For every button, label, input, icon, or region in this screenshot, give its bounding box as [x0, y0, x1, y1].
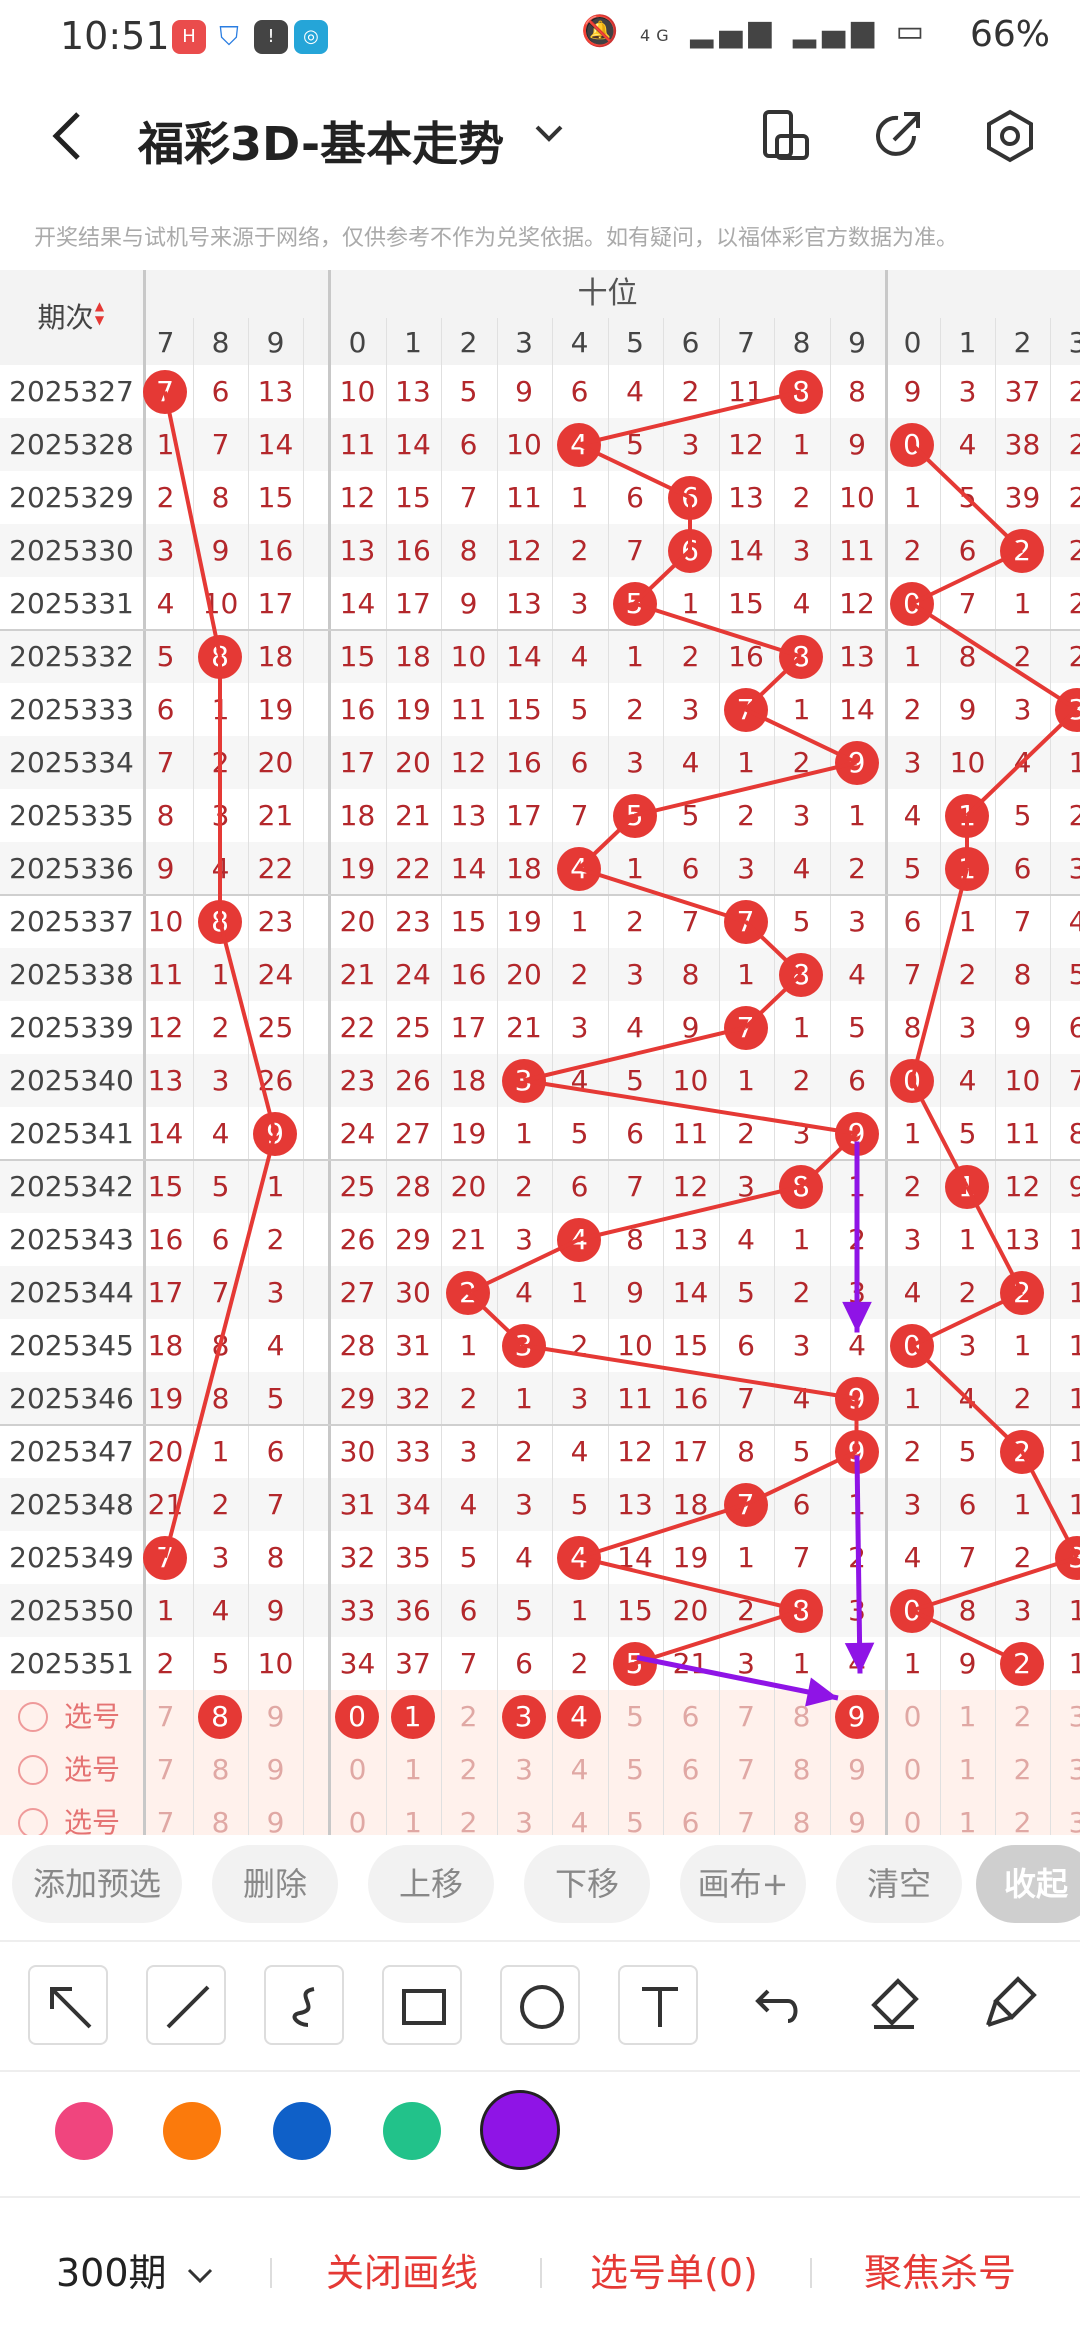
- share-icon[interactable]: [868, 106, 928, 166]
- units-trend-line: [965, 708, 1079, 817]
- user-arrow-head: [805, 1677, 838, 1707]
- tens-trend-line: [578, 442, 691, 500]
- units-trend-line: [911, 548, 1023, 606]
- hundreds-trend-line: [163, 391, 222, 657]
- units-trend-line: [911, 1290, 1023, 1348]
- undo-icon[interactable]: [736, 1965, 816, 2045]
- tens-trend-line: [799, 1132, 858, 1188]
- units-trend-line: [910, 1344, 1024, 1453]
- brush-clear-icon[interactable]: [972, 1965, 1052, 2045]
- user-arrow-head: [842, 1301, 872, 1333]
- tens-trend-line: [578, 866, 747, 924]
- hundreds-trend-line: [163, 1132, 277, 1559]
- canvas-plus-button[interactable]: 画布+: [680, 1845, 806, 1923]
- tens-trend-line: [577, 814, 636, 870]
- curve-tool-icon[interactable]: [264, 1965, 344, 2045]
- focus-kill-button[interactable]: 聚焦杀号: [864, 2242, 1016, 2297]
- bottom-bar: 300期 关闭画线 选号单(0) 聚焦杀号: [0, 2198, 1080, 2340]
- tens-trend-line: [523, 1078, 857, 1136]
- collapse-button[interactable]: 收起: [976, 1845, 1080, 1923]
- divider: [0, 2070, 1080, 2072]
- tens-trend-line: [634, 760, 857, 818]
- units-trend-line: [1020, 1450, 1079, 1559]
- app-header: 福彩3D-基本走势: [0, 78, 1080, 198]
- delete-button[interactable]: 删除: [212, 1845, 338, 1923]
- units-trend-line: [910, 443, 1024, 552]
- separator: [540, 2258, 542, 2288]
- units-trend-line: [911, 1555, 1078, 1613]
- chevron-down-icon: [187, 2268, 212, 2284]
- period-select[interactable]: 300期: [56, 2242, 215, 2297]
- tens-trend-line: [578, 1184, 802, 1242]
- pick-list-button[interactable]: 选号单(0): [590, 2242, 758, 2297]
- line-tool-icon[interactable]: [146, 1965, 226, 2045]
- rotate-screen-icon[interactable]: [755, 106, 815, 166]
- status-time: 10:51: [60, 14, 170, 58]
- units-trend-line: [911, 1608, 1023, 1666]
- action-bar: 添加预选 删除 上移 下移 画布+ 清空 收起: [0, 1845, 1080, 1945]
- units-trend-line: [910, 601, 1079, 712]
- user-arrow: [854, 1455, 863, 1674]
- app-icon-chat: ◎: [294, 20, 328, 54]
- tens-trend-line: [467, 1237, 580, 1295]
- tens-trend-line: [578, 1502, 747, 1560]
- network-type: 4G: [640, 26, 675, 45]
- divider: [0, 1940, 1080, 1942]
- user-arrow-head: [844, 1642, 875, 1674]
- drawing-overlay[interactable]: [0, 270, 1080, 1835]
- signal-icons: 🔕 4G ▂▄▆ ▂▄▆ ▭: [581, 14, 930, 49]
- separator: [270, 2258, 272, 2288]
- page-title[interactable]: 福彩3D-基本走势: [138, 108, 504, 174]
- shield-icon: ⛉: [212, 20, 246, 54]
- eraser-icon[interactable]: [854, 1965, 934, 2045]
- clear-button[interactable]: 清空: [836, 1845, 962, 1923]
- tens-trend-line: [744, 973, 803, 1029]
- separator: [810, 2258, 812, 2288]
- back-icon[interactable]: [48, 108, 88, 177]
- battery-percent: 66%: [969, 14, 1050, 55]
- pointer-tool-icon[interactable]: [28, 1965, 108, 2045]
- rectangle-tool-icon[interactable]: [382, 1965, 462, 2045]
- tens-trend-line: [466, 1291, 525, 1347]
- add-preselect-button[interactable]: 添加预选: [12, 1845, 182, 1923]
- tens-trend-line: [633, 601, 802, 659]
- color-swatch[interactable]: [383, 2102, 441, 2160]
- color-swatch[interactable]: [273, 2102, 331, 2160]
- units-trend-line: [910, 1079, 969, 1188]
- settings-icon[interactable]: [980, 106, 1040, 166]
- circle-tool-icon[interactable]: [500, 1965, 580, 2045]
- tens-trend-line: [578, 1555, 802, 1613]
- units-trend-line: [910, 867, 969, 1082]
- alert-icon: !: [254, 20, 288, 54]
- units-trend-line: [965, 1185, 1024, 1294]
- disclaimer-text: 开奖结果与试机号来源于网络，仅供参考不作为兑奖依据。如有疑问，以福体彩官方数据为…: [34, 226, 959, 251]
- drawing-tools: [0, 1965, 1080, 2075]
- tens-trend-line: [633, 549, 692, 605]
- trend-table: 期次▲▼十位7890123456789012320253277613101359…: [0, 270, 1080, 1835]
- move-up-button[interactable]: 上移: [368, 1845, 494, 1923]
- user-arrow: [636, 1655, 839, 1701]
- tens-trend-line: [744, 1449, 858, 1507]
- hundreds-trend-line: [218, 920, 277, 1135]
- tens-trend-line: [744, 920, 803, 976]
- text-tool-icon[interactable]: [618, 1965, 698, 2045]
- period-select-label: 300期: [56, 2251, 167, 2295]
- close-draw-button[interactable]: 关闭画线: [326, 2242, 478, 2297]
- color-picker: [0, 2090, 1080, 2185]
- status-bar: 10:51 H ⛉ ! ◎ 🔕 4G ▂▄▆ ▂▄▆ ▭ 66%: [0, 0, 1080, 78]
- move-down-button[interactable]: 下移: [524, 1845, 650, 1923]
- tens-trend-line: [523, 1343, 857, 1401]
- app-icon-huawei: H: [172, 20, 206, 54]
- tens-trend-line: [578, 389, 802, 447]
- chevron-down-icon[interactable]: [532, 116, 566, 159]
- tens-trend-line: [744, 707, 858, 765]
- tens-trend-line: [744, 655, 803, 711]
- color-swatch[interactable]: [480, 2090, 560, 2170]
- tens-trend-line: [633, 1608, 802, 1666]
- tens-trend-line: [523, 1025, 746, 1083]
- color-swatch[interactable]: [163, 2102, 221, 2160]
- color-swatch[interactable]: [55, 2102, 113, 2160]
